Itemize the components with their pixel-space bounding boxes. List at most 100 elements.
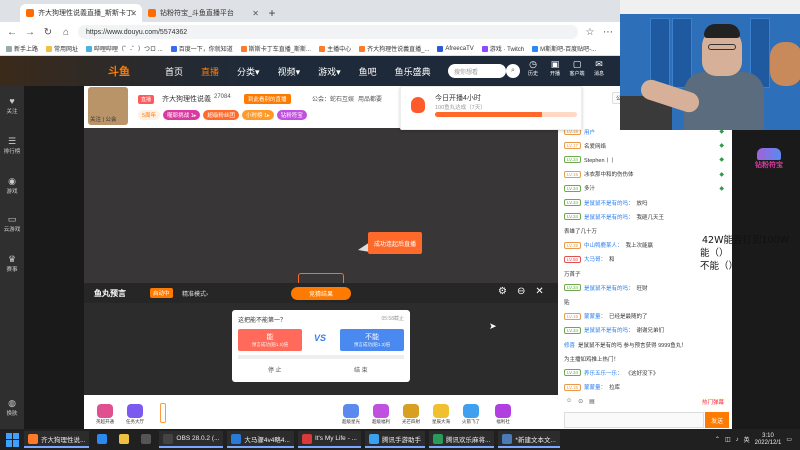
bookmark-item[interactable]: 哔哩哔哩（゜-゜）つロ ... <box>86 44 163 53</box>
room-sub-link[interactable]: 用品都要 <box>358 94 382 103</box>
send-button[interactable]: 发送 <box>705 412 729 428</box>
clock[interactable]: 3:10 2022/12/1 <box>755 433 782 447</box>
bookmark-item[interactable]: 主播中心 <box>319 44 351 53</box>
url-field[interactable]: https://www.douyu.com/5574362 <box>78 25 578 39</box>
chat-input[interactable] <box>564 412 704 428</box>
sidebar-item-game[interactable]: ◉ 游戏 <box>0 176 24 195</box>
room-badge[interactable]: 超级粉丝团 <box>203 110 239 120</box>
nav-home[interactable]: 首页 <box>165 65 183 78</box>
video-player[interactable]: 成功连起后直播 <box>84 128 558 287</box>
nav-video[interactable]: 视频▾ <box>278 65 301 78</box>
reload-icon[interactable]: ↻ <box>42 27 54 38</box>
taskbar-app[interactable] <box>115 431 133 448</box>
input-language[interactable]: 英 <box>744 435 750 444</box>
history-button[interactable]: ◷ 历史 <box>524 59 542 77</box>
settings-icon[interactable]: ⚙ <box>498 286 507 297</box>
chat-username[interactable]: 是鼠鼠不是有的吗： <box>584 284 634 292</box>
douyu-logo[interactable]: 斗鱼 <box>108 58 148 84</box>
home-icon[interactable]: ⌂ <box>60 27 72 38</box>
bookmark-item[interactable]: AfreecaTV <box>437 45 474 52</box>
sidebar-item-skin[interactable]: ◍ 换肤 <box>0 398 24 417</box>
sidebar-item-event[interactable]: ♛ 赛事 <box>0 254 24 273</box>
chevron-up-icon[interactable]: ⌃ <box>715 436 720 443</box>
room-badge[interactable]: 小时榜 1▸ <box>241 110 274 120</box>
nav-yuba[interactable]: 鱼吧 <box>359 65 377 78</box>
browser-tab[interactable]: 钻粉符宝_斗鱼直播平台 ✕ <box>142 4 264 22</box>
gift-item[interactable]: 星辰大海 <box>428 399 454 425</box>
client-button[interactable]: ▢ 客户端 <box>568 59 586 77</box>
gift-item[interactable]: 超级福利 <box>368 399 394 425</box>
other-live-button[interactable]: 到此看别的直播 <box>244 94 291 104</box>
gift-item[interactable]: 光芒四射 <box>398 399 424 425</box>
network-icon[interactable]: ◫ <box>725 436 731 443</box>
guild-notice[interactable]: 公会：蛇石互娱 <box>312 94 354 103</box>
chat-username[interactable]: 蒙蒙量： <box>584 312 606 320</box>
broadcast-button[interactable]: ▣ 开播 <box>546 59 564 77</box>
chat-username[interactable]: 中山鸭鹿某人： <box>584 241 623 249</box>
bookmark-item[interactable]: 齐大狗理性说義直播_... <box>359 44 429 53</box>
new-tab-button[interactable]: + <box>264 4 280 22</box>
minimize-icon[interactable]: ⊖ <box>517 286 525 297</box>
taskbar-app[interactable]: 大马骤4v4略4... <box>227 431 294 448</box>
room-badge[interactable]: 钻粉符宝 <box>276 110 307 120</box>
gift-item[interactable]: 英超开通 <box>92 399 118 425</box>
follow-label[interactable]: 关注 | 公会 <box>90 115 117 123</box>
barrage-icon[interactable]: ▤ <box>589 398 595 405</box>
bookmark-item[interactable]: 常用网址 <box>46 44 78 53</box>
option-no-button[interactable]: 不能 预言成功(赔1.3)倍 <box>340 329 404 351</box>
back-icon[interactable]: ← <box>6 27 18 38</box>
chat-username[interactable]: 是鼠鼠不是有的吗： <box>584 326 634 334</box>
browser-tab-active[interactable]: 齐大狗理性说義直播_斯斯卡丁车 ✕ <box>20 4 142 22</box>
sidebar-item-cloud-game[interactable]: ▭ 云游戏 <box>0 214 24 233</box>
search-icon[interactable]: ⌕ <box>506 64 520 78</box>
star-icon[interactable]: ☆ <box>584 27 596 38</box>
chat-username[interactable]: 大马哥： <box>584 255 606 263</box>
taskbar-app[interactable] <box>137 431 155 448</box>
chat-username[interactable]: 蒙蒙量： <box>584 383 606 391</box>
volume-icon[interactable]: ♪ <box>736 437 739 443</box>
fans-icon[interactable]: ⊙ <box>578 398 583 405</box>
bookmark-item[interactable]: 游戏 · Twitch <box>481 44 524 53</box>
bookmark-item[interactable]: 百度一下，你就知道 <box>170 44 233 53</box>
bookmark-item[interactable]: M斯斯吧-百度贴吧-... <box>532 44 596 53</box>
emoji-icon[interactable]: ☺ <box>566 398 572 405</box>
taskbar-app[interactable]: It's My Life - ... <box>297 431 361 448</box>
hot-barrage-button[interactable]: 热门弹幕 <box>700 398 727 406</box>
close-icon[interactable]: ✕ <box>535 286 543 297</box>
forward-icon[interactable]: → <box>24 27 36 38</box>
taskbar-app[interactable]: OBS 28.0.2 (... <box>159 431 224 448</box>
nav-category[interactable]: 分类▾ <box>237 65 260 78</box>
chat-username[interactable]: 是鼠鼠不是有的吗： <box>584 213 634 221</box>
message-button[interactable]: ✉ 消息 <box>590 59 608 77</box>
taskbar-app[interactable]: 腾讯手游助手 <box>365 431 425 448</box>
tab-close-icon[interactable]: ✕ <box>252 9 259 18</box>
gift-item[interactable]: 任务大厅 <box>122 399 148 425</box>
nav-festival[interactable]: 鱼乐盛典 <box>395 65 431 78</box>
prediction-mode-link[interactable]: 精准模式› <box>182 289 208 298</box>
chat-username[interactable]: 养乐五乐一乐： <box>584 369 623 377</box>
room-badge[interactable]: 喔耶挑战 1▸ <box>163 110 201 120</box>
video-overlay-button[interactable]: 成功连起后直播 <box>368 232 422 254</box>
gift-item[interactable]: 超级星光 <box>338 399 364 425</box>
option-yes-button[interactable]: 能 预言成功(赔1.5)倍 <box>238 329 302 351</box>
taskbar-app[interactable] <box>93 431 111 448</box>
nav-game[interactable]: 游戏▾ <box>318 65 341 78</box>
taskbar-app[interactable]: 齐大狗理性说... <box>24 431 90 448</box>
sidebar-item-ranking[interactable]: ☰ 排行榜 <box>0 136 24 155</box>
chat-username[interactable]: 修喜 <box>564 341 575 349</box>
bookmark-item[interactable]: 斯斯卡丁车直播_斯斯... <box>240 44 311 53</box>
prediction-result-button[interactable]: 竞猜结果 <box>291 287 351 300</box>
end-button[interactable]: 结 束 <box>354 365 368 374</box>
nav-live[interactable]: 直播 <box>201 65 219 78</box>
tab-close-icon[interactable]: ✕ <box>130 9 137 18</box>
notification-icon[interactable]: ▭ <box>786 436 792 443</box>
sidebar-item-follow[interactable]: ♥ 关注 <box>0 96 24 115</box>
chat-username[interactable]: 用户 <box>584 128 595 136</box>
gift-item[interactable]: 火箭飞了 <box>458 399 484 425</box>
search-input[interactable]: 搜你想看 <box>448 64 506 78</box>
taskbar-app[interactable]: 腾讯欢乐麻将... <box>429 431 495 448</box>
chat-username[interactable]: 是鼠鼠不是有的吗： <box>584 199 634 207</box>
room-badge[interactable]: 5周年 <box>138 110 161 120</box>
windows-start-icon[interactable] <box>6 432 20 447</box>
taskbar-app[interactable]: *新建文本文... <box>498 431 560 448</box>
